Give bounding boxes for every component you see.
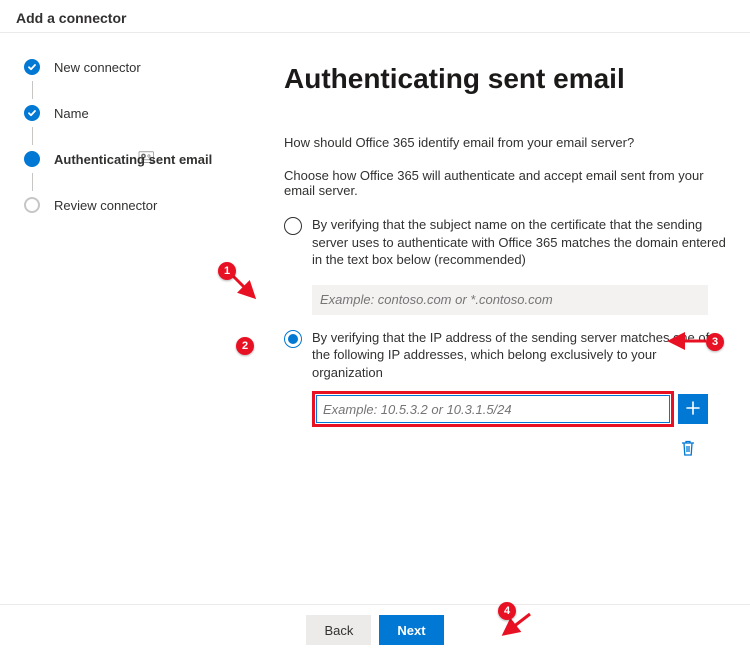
step-label: Name [54, 106, 89, 121]
wizard-steps: New connector Name Authenticating sent e… [0, 33, 244, 583]
step-label: New connector [54, 60, 141, 75]
next-button[interactable]: Next [379, 615, 443, 645]
back-button[interactable]: Back [306, 615, 371, 645]
annotation-arrow-3 [664, 327, 710, 355]
step-connector-line [32, 81, 33, 99]
step-authenticating[interactable]: Authenticating sent email [24, 145, 244, 173]
annotation-badge-3: 3 [706, 333, 724, 351]
option-label: By verifying that the subject name on th… [312, 216, 730, 269]
page-title: Authenticating sent email [284, 63, 730, 95]
check-icon [24, 59, 40, 75]
annotation-badge-1: 1 [218, 262, 236, 280]
radio-unchecked-icon[interactable] [284, 217, 302, 235]
annotation-highlight-box [312, 391, 674, 427]
annotation-badge-4: 4 [498, 602, 516, 620]
option-certificate[interactable]: By verifying that the subject name on th… [284, 216, 730, 269]
dialog-title: Add a connector [16, 10, 126, 26]
main-content: Authenticating sent email How should Off… [244, 33, 750, 583]
step-connector-line [32, 127, 33, 145]
instruction-text: Choose how Office 365 will authenticate … [284, 168, 730, 198]
domain-input [312, 285, 708, 315]
dialog-header: Add a connector [0, 0, 750, 33]
step-label: Review connector [54, 198, 157, 213]
check-icon [24, 105, 40, 121]
question-text: How should Office 365 identify email fro… [284, 135, 730, 150]
ip-address-input[interactable] [316, 395, 670, 423]
step-review[interactable]: Review connector [24, 191, 244, 219]
radio-checked-icon[interactable] [284, 330, 302, 348]
step-label: Authenticating sent email [54, 152, 212, 167]
step-new-connector[interactable]: New connector [24, 53, 244, 81]
plus-icon [686, 401, 700, 418]
delete-ip-button[interactable] [680, 439, 696, 457]
add-ip-button[interactable] [678, 394, 708, 424]
pending-step-icon [24, 197, 40, 213]
step-name[interactable]: Name [24, 99, 244, 127]
annotation-badge-2: 2 [236, 337, 254, 355]
footer-buttons: Back Next [0, 604, 750, 655]
step-connector-line [32, 173, 33, 191]
active-step-icon [24, 151, 40, 167]
